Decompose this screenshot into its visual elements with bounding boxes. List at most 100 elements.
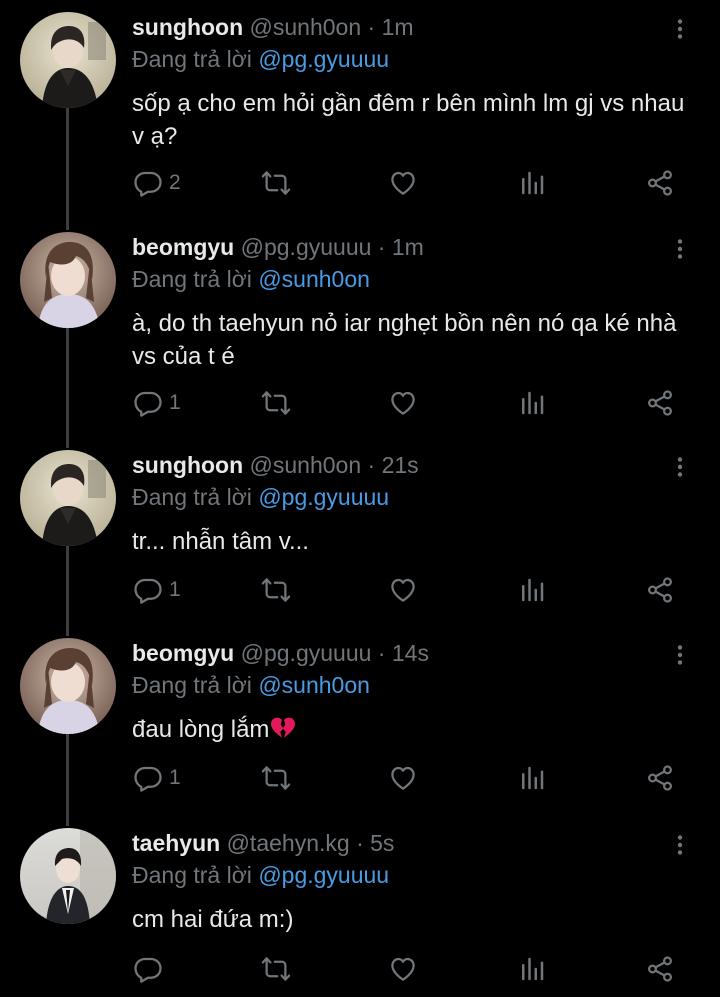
timestamp[interactable]: 14s: [392, 640, 429, 666]
like-button[interactable]: [388, 952, 418, 986]
action-bar: 1: [0, 573, 720, 607]
more-options-icon[interactable]: [668, 640, 692, 670]
display-name[interactable]: beomgyu: [132, 640, 234, 666]
stats-button[interactable]: [517, 166, 547, 200]
action-bar: 2: [0, 166, 720, 200]
reply-button[interactable]: 1: [133, 386, 181, 420]
heart-icon: [388, 168, 418, 198]
reply-count: 2: [169, 171, 181, 194]
action-bar: 1: [0, 761, 720, 795]
like-button[interactable]: [388, 386, 418, 420]
mention-link[interactable]: @pg.gyuuuu: [258, 484, 389, 510]
timestamp[interactable]: 1m: [392, 234, 424, 260]
share-icon: [645, 388, 675, 418]
username[interactable]: @taehyn.kg: [227, 830, 350, 856]
share-button[interactable]: [645, 386, 675, 420]
username[interactable]: @sunh0on: [250, 452, 362, 478]
retweet-button[interactable]: [261, 166, 291, 200]
tweet-text: cm hai đứa m:): [132, 906, 294, 933]
avatar[interactable]: [20, 12, 116, 108]
more-options-icon[interactable]: [668, 234, 692, 264]
retweet-button[interactable]: [261, 761, 291, 795]
share-button[interactable]: [645, 761, 675, 795]
reply-button[interactable]: 1: [133, 573, 181, 607]
retweet-icon: [261, 763, 291, 793]
separator-dot: ·: [377, 640, 386, 666]
stats-button[interactable]: [517, 573, 547, 607]
replying-to: Đang trả lời @pg.gyuuuu: [132, 482, 389, 512]
avatar-beomgyu-image: [20, 232, 116, 328]
avatar-beomgyu-image: [20, 638, 116, 734]
stats-icon: [517, 575, 547, 605]
display-name[interactable]: taehyun: [132, 830, 220, 856]
more-options-icon[interactable]: [668, 830, 692, 860]
tweet-header: taehyun @taehyn.kg · 5s: [132, 828, 394, 858]
display-name[interactable]: sunghoon: [132, 14, 243, 40]
reply-button[interactable]: 1: [133, 761, 181, 795]
mention-link[interactable]: @sunh0on: [258, 672, 370, 698]
tweet[interactable]: sunghoon @sunh0on · 21s Đang trả lời @pg…: [0, 450, 720, 620]
retweet-button[interactable]: [261, 386, 291, 420]
username[interactable]: @pg.gyuuuu: [241, 640, 372, 666]
like-button[interactable]: [388, 166, 418, 200]
reply-count: 1: [169, 391, 181, 414]
separator-dot: ·: [367, 14, 376, 40]
more-options-icon[interactable]: [668, 452, 692, 482]
username[interactable]: @sunh0on: [250, 14, 362, 40]
share-button[interactable]: [645, 952, 675, 986]
display-name[interactable]: sunghoon: [132, 452, 243, 478]
share-icon: [645, 954, 675, 984]
avatar[interactable]: [20, 232, 116, 328]
avatar-taehyun-image: [20, 828, 116, 924]
share-button[interactable]: [645, 166, 675, 200]
avatar-sunghoon-image: [20, 450, 116, 546]
tweet[interactable]: sunghoon @sunh0on · 1m Đang trả lời @pg.…: [0, 12, 720, 212]
reply-count: 1: [169, 766, 181, 789]
avatar[interactable]: [20, 450, 116, 546]
reply-icon: [133, 388, 163, 418]
stats-button[interactable]: [517, 952, 547, 986]
reply-button[interactable]: [133, 952, 169, 986]
stats-button[interactable]: [517, 386, 547, 420]
mention-link[interactable]: @sunh0on: [258, 266, 370, 292]
heart-icon: [388, 954, 418, 984]
replying-to-label: Đang trả lời: [132, 862, 252, 888]
replying-to: Đang trả lời @pg.gyuuuu: [132, 860, 389, 890]
like-button[interactable]: [388, 761, 418, 795]
timestamp[interactable]: 21s: [382, 452, 419, 478]
tweet[interactable]: beomgyu @pg.gyuuuu · 14s Đang trả lời @s…: [0, 638, 720, 808]
tweet[interactable]: taehyun @taehyn.kg · 5s Đang trả lời @pg…: [0, 828, 720, 997]
reply-button[interactable]: 2: [133, 166, 181, 200]
stats-button[interactable]: [517, 761, 547, 795]
stats-icon: [517, 168, 547, 198]
retweet-button[interactable]: [261, 573, 291, 607]
share-button[interactable]: [645, 573, 675, 607]
tweet[interactable]: beomgyu @pg.gyuuuu · 1m Đang trả lời @su…: [0, 232, 720, 432]
tweet-text: tr... nhẫn tâm v...: [132, 528, 309, 555]
replying-to-label: Đang trả lời: [132, 46, 252, 72]
separator-dot: ·: [356, 830, 364, 856]
tweet-header: sunghoon @sunh0on · 1m: [132, 12, 414, 42]
reply-icon: [133, 763, 163, 793]
mention-link[interactable]: @pg.gyuuuu: [258, 46, 389, 72]
avatar[interactable]: [20, 638, 116, 734]
tweet-header: beomgyu @pg.gyuuuu · 14s: [132, 638, 429, 668]
heart-icon: [388, 763, 418, 793]
tweet-header: beomgyu @pg.gyuuuu · 1m: [132, 232, 424, 262]
tweet-text-content: đau lòng lắm: [132, 716, 270, 743]
timestamp[interactable]: 5s: [370, 830, 394, 856]
reply-icon: [133, 575, 163, 605]
like-button[interactable]: [388, 573, 418, 607]
retweet-button[interactable]: [261, 952, 291, 986]
more-options-icon[interactable]: [668, 14, 692, 44]
display-name[interactable]: beomgyu: [132, 234, 234, 260]
stats-icon: [517, 388, 547, 418]
avatar[interactable]: [20, 828, 116, 924]
username[interactable]: @pg.gyuuuu: [241, 234, 372, 260]
replying-to: Đang trả lời @sunh0on: [132, 264, 370, 294]
retweet-icon: [261, 168, 291, 198]
tweet-text: đau lòng lắm: [132, 713, 692, 746]
mention-link[interactable]: @pg.gyuuuu: [258, 862, 389, 888]
timestamp[interactable]: 1m: [382, 14, 414, 40]
retweet-icon: [261, 575, 291, 605]
